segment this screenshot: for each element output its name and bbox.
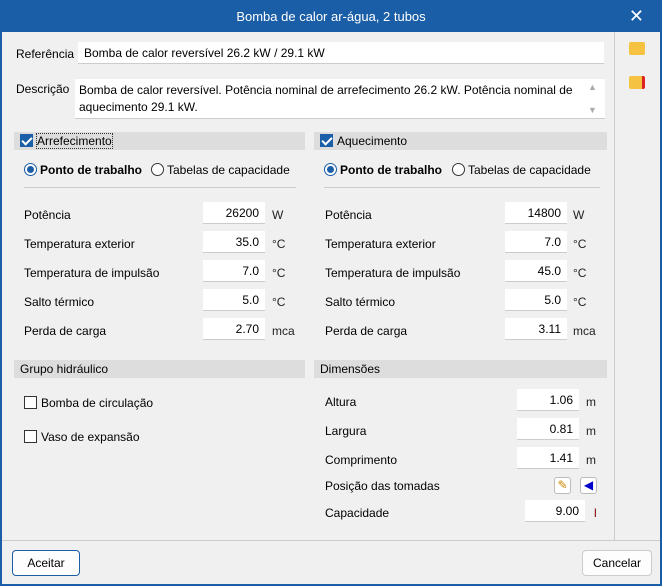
aquecimento-row-label: Salto térmico: [325, 295, 396, 309]
aquecimento-row-input[interactable]: 7.0: [505, 231, 567, 253]
capacidade-unit: l: [594, 506, 597, 520]
bomba-circulacao-checkbox[interactable]: Bomba de circulação: [24, 396, 153, 410]
aquecimento-row-unit: °C: [573, 237, 587, 251]
arrefecimento-row-input[interactable]: 2.70: [203, 318, 265, 340]
arrefecimento-label: Arrefecimento: [36, 133, 113, 149]
capacidade-input[interactable]: 9.00: [525, 500, 585, 522]
dimensoes-header: Dimensões: [314, 360, 607, 378]
aquecimento-row-unit: mca: [573, 324, 596, 338]
arref-radio-ponto[interactable]: Ponto de trabalho: [24, 163, 142, 177]
aquecimento-label: Aquecimento: [337, 134, 408, 148]
aquecimento-header[interactable]: Aquecimento: [314, 132, 607, 150]
edit-connections-icon[interactable]: ✎: [554, 477, 571, 494]
aquecimento-row-unit: °C: [573, 266, 587, 280]
aquecimento-checkbox[interactable]: [320, 134, 333, 147]
arrefecimento-row-unit: mca: [272, 324, 295, 338]
arrefecimento-row-label: Temperatura de impulsão: [24, 266, 160, 280]
folder-open-icon[interactable]: [629, 42, 645, 55]
arrefecimento-row-unit: W: [272, 208, 284, 222]
arrefecimento-header[interactable]: Arrefecimento: [14, 132, 305, 150]
aquecimento-row-label: Temperatura exterior: [325, 237, 436, 251]
arrefecimento-row-unit: °C: [272, 295, 286, 309]
largura-label: Largura: [325, 424, 367, 438]
arrow-left-icon[interactable]: ◀: [580, 477, 597, 494]
aquecimento-row-unit: W: [573, 208, 585, 222]
referencia-input[interactable]: Bomba de calor reversível 26.2 kW / 29.1…: [78, 42, 604, 64]
folder-save-icon[interactable]: [629, 76, 645, 89]
scroll-up-icon[interactable]: ▲: [588, 82, 597, 92]
referencia-label: Referência: [16, 47, 75, 61]
descricao-label: Descrição: [16, 82, 70, 96]
arrefecimento-checkbox[interactable]: [20, 134, 33, 147]
comprimento-label: Comprimento: [325, 453, 398, 467]
aceitar-button[interactable]: Aceitar: [12, 550, 80, 576]
aquecimento-row-input[interactable]: 5.0: [505, 289, 567, 311]
dialog-title: Bomba de calor ar-água, 2 tubos: [236, 9, 426, 24]
vaso-expansao-checkbox[interactable]: Vaso de expansão: [24, 430, 140, 444]
comprimento-unit: m: [586, 453, 596, 467]
aquec-radio-ponto[interactable]: Ponto de trabalho: [324, 163, 442, 177]
arref-radio-tabelas[interactable]: Tabelas de capacidade: [151, 163, 290, 177]
posicao-label: Posição das tomadas: [325, 479, 440, 493]
aquecimento-row-unit: °C: [573, 295, 587, 309]
separator: [324, 187, 600, 188]
aquecimento-row-label: Potência: [325, 208, 372, 222]
aquecimento-row-input[interactable]: 45.0: [505, 260, 567, 282]
aquecimento-row-input[interactable]: 3.11: [505, 318, 567, 340]
descricao-textarea[interactable]: Bomba de calor reversível. Potência nomi…: [75, 79, 605, 119]
grupo-header: Grupo hidráulico: [14, 360, 305, 378]
aquecimento-row-input[interactable]: 14800: [505, 202, 567, 224]
arrefecimento-row-input[interactable]: 35.0: [203, 231, 265, 253]
footer-divider: [2, 540, 660, 541]
largura-input[interactable]: 0.81: [517, 418, 579, 440]
arrefecimento-row-label: Potência: [24, 208, 71, 222]
altura-input[interactable]: 1.06: [517, 389, 579, 411]
close-icon[interactable]: ✕: [629, 6, 644, 27]
capacidade-label: Capacidade: [325, 506, 390, 520]
aquecimento-row-label: Perda de carga: [325, 324, 408, 338]
altura-label: Altura: [325, 395, 357, 409]
scroll-down-icon[interactable]: ▼: [588, 105, 597, 115]
arrefecimento-row-input[interactable]: 5.0: [203, 289, 265, 311]
dialog-body: Referência Bomba de calor reversível 26.…: [2, 32, 660, 584]
arrefecimento-row-input[interactable]: 26200: [203, 202, 265, 224]
arrefecimento-row-unit: °C: [272, 237, 286, 251]
separator: [24, 187, 296, 188]
aquecimento-row-label: Temperatura de impulsão: [325, 266, 461, 280]
largura-unit: m: [586, 424, 596, 438]
arrefecimento-row-label: Perda de carga: [24, 324, 107, 338]
arrefecimento-row-input[interactable]: 7.0: [203, 260, 265, 282]
divider: [614, 32, 615, 540]
arrefecimento-row-unit: °C: [272, 266, 286, 280]
cancelar-button[interactable]: Cancelar: [582, 550, 652, 576]
arrefecimento-row-label: Temperatura exterior: [24, 237, 135, 251]
comprimento-input[interactable]: 1.41: [517, 447, 579, 469]
aquec-radio-tabelas[interactable]: Tabelas de capacidade: [452, 163, 591, 177]
altura-unit: m: [586, 395, 596, 409]
arrefecimento-row-label: Salto térmico: [24, 295, 95, 309]
